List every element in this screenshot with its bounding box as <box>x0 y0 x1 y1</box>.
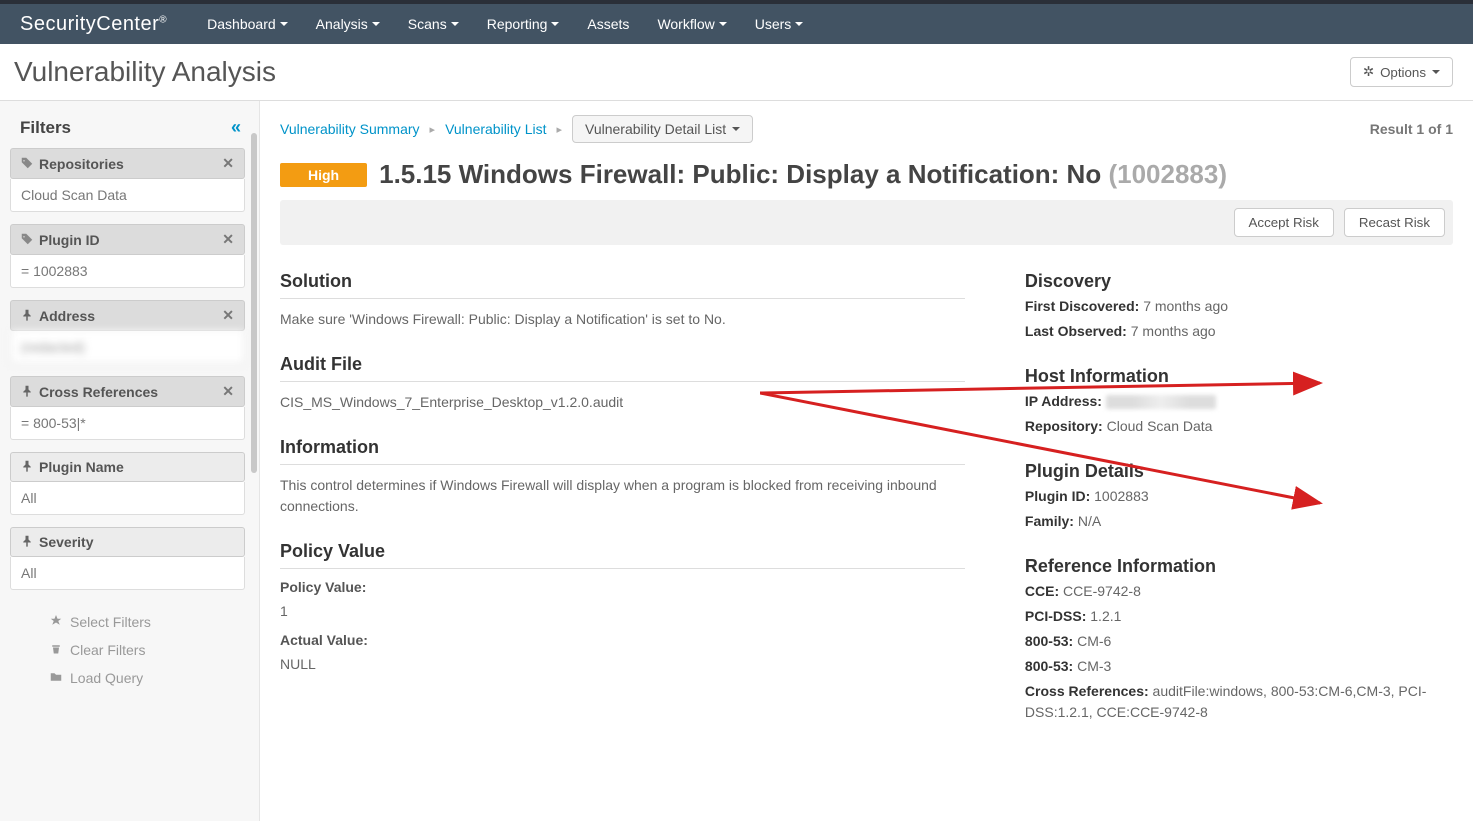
filter-header[interactable]: Address✕ <box>10 300 245 331</box>
sidebar-scrollbar[interactable] <box>249 101 259 821</box>
nav-menu: Dashboard Analysis Scans Reporting Assets Wor… <box>207 16 803 32</box>
nav-item-assets[interactable]: Assets <box>587 16 629 32</box>
stat-row: Last Observed: 7 months ago <box>1025 321 1453 342</box>
select-filters-action[interactable]: Select Filters <box>50 608 245 636</box>
stat-row: CCE: CCE-9742-8 <box>1025 581 1453 602</box>
stat-row: First Discovered: 7 months ago <box>1025 296 1453 317</box>
collapse-sidebar-icon[interactable]: « <box>231 117 241 138</box>
results-count: Result 1 of 1 <box>1370 121 1453 137</box>
filter-header[interactable]: Plugin Name <box>10 452 245 482</box>
clear-filters-action[interactable]: Clear Filters <box>50 636 245 664</box>
remove-filter-icon[interactable]: ✕ <box>222 231 234 248</box>
section-reference-info: Reference Information CCE: CCE-9742-8PCI… <box>1025 556 1453 723</box>
filter-repositories: Repositories✕Cloud Scan Data <box>10 148 245 212</box>
filter-header[interactable]: Cross References✕ <box>10 376 245 407</box>
filter-plugin-id: Plugin ID✕= 1002883 <box>10 224 245 288</box>
caret-down-icon <box>551 22 559 26</box>
severity-badge: High <box>280 163 367 187</box>
content-area: Vulnerability Summary ▸ Vulnerability Li… <box>260 101 1473 821</box>
load-query-action[interactable]: Load Query <box>50 664 245 692</box>
stat-row: 800-53: CM-3 <box>1025 656 1453 677</box>
pin-icon <box>21 384 33 400</box>
recast-risk-button[interactable]: Recast Risk <box>1344 208 1445 237</box>
caret-down-icon <box>795 22 803 26</box>
filter-header[interactable]: Severity <box>10 527 245 557</box>
gear-icon: ✲ <box>1363 64 1374 80</box>
caret-down-icon <box>719 22 727 26</box>
nav-item-workflow[interactable]: Workflow <box>657 16 726 32</box>
nav-item-reporting[interactable]: Reporting <box>487 16 560 32</box>
filters-sidebar: Filters « Repositories✕Cloud Scan Data Pl… <box>0 101 260 821</box>
section-solution: Solution Make sure 'Windows Firewall: Pu… <box>280 271 965 330</box>
filter-value[interactable]: Cloud Scan Data <box>10 179 245 212</box>
caret-down-icon <box>372 22 380 26</box>
pin-icon <box>21 308 33 324</box>
filter-value[interactable]: (redacted) <box>10 331 245 364</box>
pin-icon <box>50 614 62 630</box>
filter-value[interactable]: = 1002883 <box>10 255 245 288</box>
filters-title: Filters <box>20 118 71 138</box>
breadcrumb: Vulnerability Summary ▸ Vulnerability Li… <box>280 115 753 143</box>
trash-icon <box>50 642 62 658</box>
vulnerability-title: 1.5.15 Windows Firewall: Public: Display… <box>379 159 1227 190</box>
filter-header[interactable]: Plugin ID✕ <box>10 224 245 255</box>
caret-down-icon <box>732 127 740 131</box>
section-host-info: Host Information IP Address: Repository:… <box>1025 366 1453 437</box>
page-title: Vulnerability Analysis <box>14 56 276 88</box>
filter-value[interactable]: = 800-53|* <box>10 407 245 440</box>
nav-item-analysis[interactable]: Analysis <box>316 16 380 32</box>
caret-down-icon <box>1432 70 1440 74</box>
folder-icon <box>50 670 62 686</box>
section-information: Information This control determines if W… <box>280 437 965 517</box>
stat-row: Family: N/A <box>1025 511 1453 532</box>
section-plugin-details: Plugin Details Plugin ID: 1002883Family:… <box>1025 461 1453 532</box>
filter-plugin-name: Plugin NameAll <box>10 452 245 515</box>
stat-row: Cross References: auditFile:windows, 800… <box>1025 681 1453 723</box>
pin-icon <box>21 459 33 475</box>
caret-down-icon <box>280 22 288 26</box>
nav-item-users[interactable]: Users <box>755 16 804 32</box>
filter-address: Address✕(redacted) <box>10 300 245 364</box>
section-audit-file: Audit File CIS_MS_Windows_7_Enterprise_D… <box>280 354 965 413</box>
remove-filter-icon[interactable]: ✕ <box>222 383 234 400</box>
action-bar: Accept Risk Recast Risk <box>280 200 1453 245</box>
filter-header[interactable]: Repositories✕ <box>10 148 245 179</box>
breadcrumb-vuln-list[interactable]: Vulnerability List <box>445 121 546 137</box>
top-navbar: SecurityCenter® Dashboard Analysis Scans Re… <box>0 4 1473 44</box>
tag-icon <box>21 232 33 248</box>
nav-item-dashboard[interactable]: Dashboard <box>207 16 288 32</box>
breadcrumb-dropdown[interactable]: Vulnerability Detail List <box>572 115 753 143</box>
remove-filter-icon[interactable]: ✕ <box>222 307 234 324</box>
filter-severity: SeverityAll <box>10 527 245 590</box>
tag-icon <box>21 156 33 172</box>
filter-value[interactable]: All <box>10 557 245 590</box>
options-button[interactable]: ✲ Options <box>1350 57 1453 87</box>
filter-cross-references: Cross References✕= 800-53|* <box>10 376 245 440</box>
stat-row: Plugin ID: 1002883 <box>1025 486 1453 507</box>
stat-row: PCI-DSS: 1.2.1 <box>1025 606 1453 627</box>
filter-value[interactable]: All <box>10 482 245 515</box>
stat-row: 800-53: CM-6 <box>1025 631 1453 652</box>
breadcrumb-vuln-summary[interactable]: Vulnerability Summary <box>280 121 420 137</box>
section-discovery: Discovery First Discovered: 7 months ago… <box>1025 271 1453 342</box>
page-header: Vulnerability Analysis ✲ Options <box>0 44 1473 101</box>
ip-address-redacted <box>1106 395 1216 409</box>
remove-filter-icon[interactable]: ✕ <box>222 155 234 172</box>
brand-logo: SecurityCenter® <box>20 13 167 36</box>
nav-item-scans[interactable]: Scans <box>408 16 459 32</box>
section-policy-value: Policy Value Policy Value: 1 Actual Valu… <box>280 541 965 675</box>
accept-risk-button[interactable]: Accept Risk <box>1234 208 1334 237</box>
caret-down-icon <box>451 22 459 26</box>
pin-icon <box>21 534 33 550</box>
